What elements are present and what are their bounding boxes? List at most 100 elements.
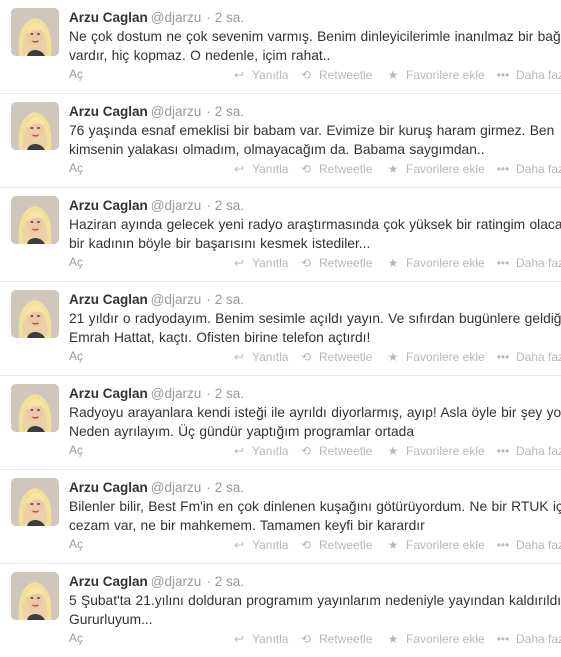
timestamp[interactable]: 2 sa. <box>215 104 244 119</box>
separator: · <box>206 198 211 213</box>
retweet-label: Retweetle <box>319 162 373 176</box>
avatar[interactable] <box>11 196 59 244</box>
retweet-label: Retweetle <box>319 444 373 458</box>
expand-link[interactable]: Aç <box>69 537 83 551</box>
more-button[interactable]: ••• Daha fazla <box>496 444 561 458</box>
reply-label: Yanıtla <box>252 350 289 364</box>
favorite-button[interactable]: ★ Favorilere ekle <box>386 632 485 646</box>
more-label: Daha fazla <box>516 162 561 176</box>
retweet-button[interactable]: ⟲ Retweetle <box>299 68 372 82</box>
timestamp[interactable]: 2 sa. <box>215 292 244 307</box>
more-button[interactable]: ••• Daha fazla <box>496 538 561 552</box>
author-name[interactable]: Arzu Caglan <box>69 198 148 213</box>
expand-link[interactable]: Aç <box>69 631 83 645</box>
separator: · <box>206 292 211 307</box>
author-handle[interactable]: @djarzu <box>151 10 201 25</box>
author-name[interactable]: Arzu Caglan <box>69 480 148 495</box>
more-button[interactable]: ••• Daha fazla <box>496 68 561 82</box>
retweet-icon: ⟲ <box>300 538 312 552</box>
retweet-button[interactable]: ⟲ Retweetle <box>299 256 372 270</box>
retweet-button[interactable]: ⟲ Retweetle <box>299 632 372 646</box>
tweet-text: 21 yıldır o radyodayım. Benim sesimle aç… <box>69 311 561 345</box>
tweet[interactable]: Arzu Caglan @djarzu · 2 sa. Ne çok dostum n… <box>0 0 561 94</box>
timestamp[interactable]: 2 sa. <box>215 386 244 401</box>
timestamp[interactable]: 2 sa. <box>215 198 244 213</box>
avatar[interactable] <box>11 290 59 338</box>
retweet-button[interactable]: ⟲ Retweetle <box>299 444 372 458</box>
reply-button[interactable]: ↩ Yanıtla <box>232 162 289 176</box>
more-icon: ••• <box>496 350 510 364</box>
more-icon: ••• <box>496 538 510 552</box>
reply-label: Yanıtla <box>252 162 289 176</box>
favorite-button[interactable]: ★ Favorilere ekle <box>386 350 485 364</box>
reply-button[interactable]: ↩ Yanıtla <box>232 444 289 458</box>
favorite-button[interactable]: ★ Favorilere ekle <box>386 538 485 552</box>
tweet-text: Haziran ayında gelecek yeni radyo araştı… <box>69 217 561 251</box>
reply-label: Yanıtla <box>252 68 289 82</box>
author-handle[interactable]: @djarzu <box>151 104 201 119</box>
favorite-button[interactable]: ★ Favorilere ekle <box>386 444 485 458</box>
favorite-button[interactable]: ★ Favorilere ekle <box>386 68 485 82</box>
retweet-button[interactable]: ⟲ Retweetle <box>299 162 372 176</box>
separator: · <box>206 386 211 401</box>
retweet-button[interactable]: ⟲ Retweetle <box>299 538 372 552</box>
favorite-button[interactable]: ★ Favorilere ekle <box>386 256 485 270</box>
author-handle[interactable]: @djarzu <box>151 386 201 401</box>
more-icon: ••• <box>496 256 510 270</box>
more-button[interactable]: ••• Daha fazla <box>496 632 561 646</box>
author-name[interactable]: Arzu Caglan <box>69 574 148 589</box>
author-name[interactable]: Arzu Caglan <box>69 10 148 25</box>
tweet[interactable]: Arzu Caglan @djarzu · 2 sa. Haziran ayında … <box>0 188 561 282</box>
author-handle[interactable]: @djarzu <box>151 198 201 213</box>
more-label: Daha fazla <box>516 68 561 82</box>
expand-link[interactable]: Aç <box>69 349 83 363</box>
author-name[interactable]: Arzu Caglan <box>69 386 148 401</box>
tweet[interactable]: Arzu Caglan @djarzu · 2 sa. Bilenler bilir,… <box>0 470 561 564</box>
favorite-button[interactable]: ★ Favorilere ekle <box>386 162 485 176</box>
retweet-button[interactable]: ⟲ Retweetle <box>299 350 372 364</box>
expand-link[interactable]: Aç <box>69 443 83 457</box>
avatar[interactable] <box>11 384 59 432</box>
expand-link[interactable]: Aç <box>69 255 83 269</box>
more-button[interactable]: ••• Daha fazla <box>496 162 561 176</box>
reply-icon: ↩ <box>233 68 245 82</box>
more-button[interactable]: ••• Daha fazla <box>496 256 561 270</box>
star-icon: ★ <box>387 68 399 82</box>
reply-button[interactable]: ↩ Yanıtla <box>232 538 289 552</box>
tweet[interactable]: Arzu Caglan @djarzu · 2 sa. 76 yaşında esna… <box>0 94 561 188</box>
separator: · <box>206 480 211 495</box>
reply-button[interactable]: ↩ Yanıtla <box>232 350 289 364</box>
author-handle[interactable]: @djarzu <box>151 480 201 495</box>
reply-icon: ↩ <box>233 538 245 552</box>
timestamp[interactable]: 2 sa. <box>215 10 244 25</box>
star-icon: ★ <box>387 162 399 176</box>
author-name[interactable]: Arzu Caglan <box>69 104 148 119</box>
favorite-label: Favorilere ekle <box>406 162 485 176</box>
avatar[interactable] <box>11 572 59 620</box>
tweet[interactable]: Arzu Caglan @djarzu · 2 sa. 5 Şubat'ta 21.y… <box>0 564 561 657</box>
more-icon: ••• <box>496 162 510 176</box>
more-icon: ••• <box>496 632 510 646</box>
timestamp[interactable]: 2 sa. <box>215 480 244 495</box>
expand-link[interactable]: Aç <box>69 161 83 175</box>
author-handle[interactable]: @djarzu <box>151 574 201 589</box>
retweet-icon: ⟲ <box>300 350 312 364</box>
avatar[interactable] <box>11 8 59 56</box>
retweet-icon: ⟲ <box>300 68 312 82</box>
author-handle[interactable]: @djarzu <box>151 292 201 307</box>
author-name[interactable]: Arzu Caglan <box>69 292 148 307</box>
reply-button[interactable]: ↩ Yanıtla <box>232 632 289 646</box>
favorite-label: Favorilere ekle <box>406 68 485 82</box>
avatar[interactable] <box>11 478 59 526</box>
retweet-label: Retweetle <box>319 350 373 364</box>
timestamp[interactable]: 2 sa. <box>215 574 244 589</box>
expand-link[interactable]: Aç <box>69 67 83 81</box>
tweet[interactable]: Arzu Caglan @djarzu · 2 sa. 21 yıldır o rad… <box>0 282 561 376</box>
reply-button[interactable]: ↩ Yanıtla <box>232 256 289 270</box>
more-button[interactable]: ••• Daha fazla <box>496 350 561 364</box>
reply-icon: ↩ <box>233 256 245 270</box>
reply-button[interactable]: ↩ Yanıtla <box>232 68 289 82</box>
more-icon: ••• <box>496 444 510 458</box>
avatar[interactable] <box>11 102 59 150</box>
tweet[interactable]: Arzu Caglan @djarzu · 2 sa. Radyoyu arayanl… <box>0 376 561 470</box>
